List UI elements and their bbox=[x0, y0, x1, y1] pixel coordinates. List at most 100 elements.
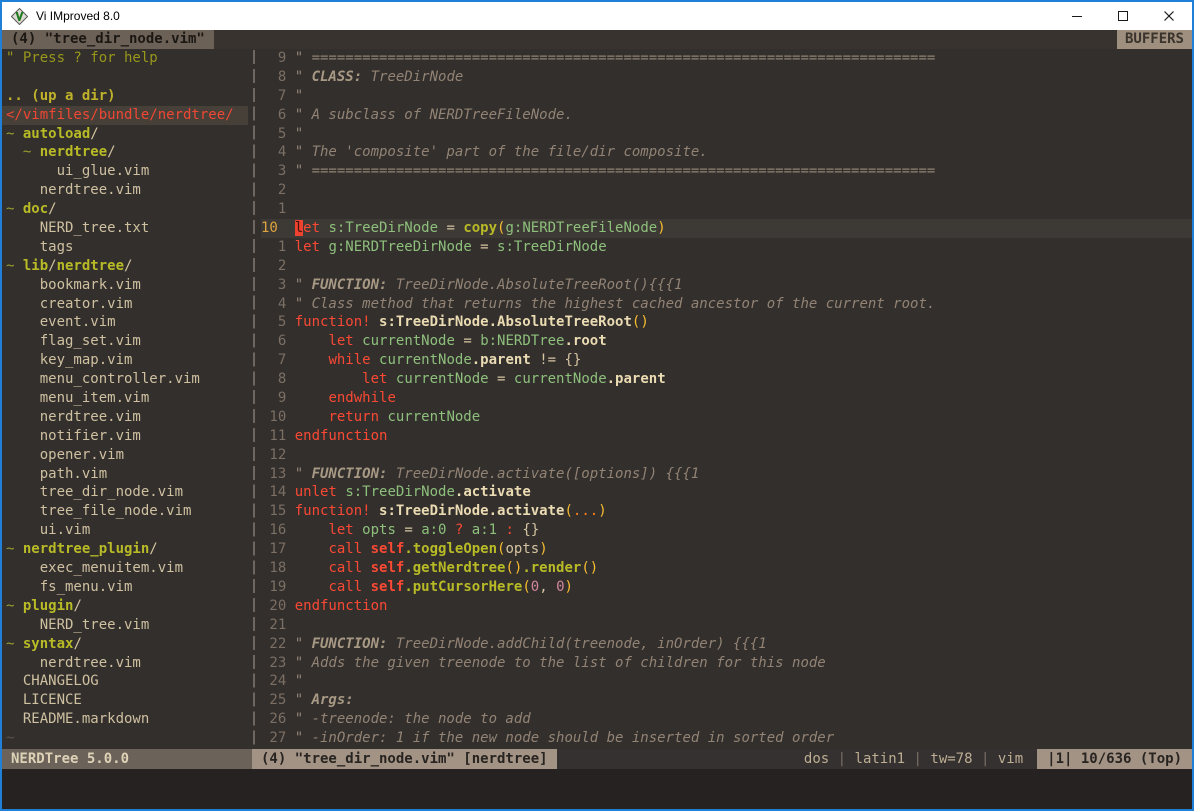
line-number: 9 bbox=[261, 50, 295, 66]
tree-file-flag_set[interactable]: flag_set.vim bbox=[2, 332, 248, 351]
titlebar: Vi IMproved 8.0 bbox=[2, 2, 1192, 30]
tree-file-menu_item[interactable]: menu_item.vim bbox=[2, 389, 248, 408]
close-button[interactable] bbox=[1146, 2, 1192, 30]
code-line[interactable]: 10 return currentNode bbox=[261, 408, 1192, 427]
line-number: 10 bbox=[261, 220, 295, 236]
statusline-flag: latin1 bbox=[855, 751, 906, 767]
command-line[interactable] bbox=[2, 769, 1192, 809]
tab-tree-dir-node[interactable]: (4) "tree_dir_node.vim" bbox=[2, 30, 214, 49]
tree-file-fs_menu[interactable]: fs_menu.vim bbox=[2, 578, 248, 597]
tree-file-key_map[interactable]: key_map.vim bbox=[2, 351, 248, 370]
code-line[interactable]: 9 endwhile bbox=[261, 389, 1192, 408]
tree-dir-nerdtree_plugin[interactable]: ~ nerdtree_plugin/ bbox=[2, 540, 248, 559]
code-line[interactable]: 9 " ====================================… bbox=[261, 49, 1192, 68]
blank-line bbox=[2, 68, 248, 87]
code-line[interactable]: 7 while currentNode.parent != {} bbox=[261, 351, 1192, 370]
tree-file-creator[interactable]: creator.vim bbox=[2, 295, 248, 314]
line-number: 26 bbox=[261, 711, 295, 727]
code-line[interactable]: 18 call self.getNerdtree().render() bbox=[261, 559, 1192, 578]
tree-file-nerd_tree_vim[interactable]: NERD_tree.vim bbox=[2, 616, 248, 635]
tree-file-tree_file_node[interactable]: tree_file_node.vim bbox=[2, 502, 248, 521]
code-line[interactable]: 16 let opts = a:0 ? a:1 : {} bbox=[261, 521, 1192, 540]
code-line[interactable]: 23 " Adds the given treenode to the list… bbox=[261, 654, 1192, 673]
line-number: 1 bbox=[261, 201, 295, 217]
tree-dir-syntax[interactable]: ~ syntax/ bbox=[2, 635, 248, 654]
code-line[interactable]: 2 bbox=[261, 257, 1192, 276]
tree-file-menu_controller[interactable]: menu_controller.vim bbox=[2, 370, 248, 389]
nerdtree-statusline: NERDTree 5.0.0 bbox=[2, 749, 252, 769]
code-line[interactable]: 1 bbox=[261, 200, 1192, 219]
tree-file-autoload-nerdtree[interactable]: nerdtree.vim bbox=[2, 181, 248, 200]
tree-dir-autoload-nerdtree[interactable]: ~ nerdtree/ bbox=[2, 143, 248, 162]
code-line[interactable]: 19 call self.putCursorHere(0, 0) bbox=[261, 578, 1192, 597]
window-separator[interactable] bbox=[248, 49, 261, 749]
code-line[interactable]: 5 function! s:TreeDirNode.AbsoluteTreeRo… bbox=[261, 313, 1192, 332]
tree-dir-autoload[interactable]: ~ autoload/ bbox=[2, 125, 248, 144]
tree-file-notifier[interactable]: notifier.vim bbox=[2, 427, 248, 446]
code-line[interactable]: 7 " bbox=[261, 87, 1192, 106]
empty-line-marker: ~ bbox=[2, 729, 248, 748]
line-number: 17 bbox=[261, 541, 295, 557]
code-line[interactable]: 22 " FUNCTION: TreeDirNode.addChild(tree… bbox=[261, 635, 1192, 654]
line-number: 13 bbox=[261, 466, 295, 482]
tree-file-nerd-tree-txt[interactable]: NERD_tree.txt bbox=[2, 219, 248, 238]
code-line[interactable]: 8 " CLASS: TreeDirNode bbox=[261, 68, 1192, 87]
minimize-button[interactable] bbox=[1054, 2, 1100, 30]
code-line[interactable]: 27 " -inOrder: 1 if the new node should … bbox=[261, 729, 1192, 748]
buffers-label[interactable]: BUFFERS bbox=[1117, 30, 1192, 49]
window-title: Vi IMproved 8.0 bbox=[36, 9, 120, 23]
code-line[interactable]: 3 " ====================================… bbox=[261, 162, 1192, 181]
code-line[interactable]: 5 " bbox=[261, 125, 1192, 144]
code-line[interactable]: 21 bbox=[261, 616, 1192, 635]
tree-dir-doc[interactable]: ~ doc/ bbox=[2, 200, 248, 219]
tree-file-ui_glue[interactable]: ui_glue.vim bbox=[2, 162, 248, 181]
code-line[interactable]: 4 " The 'composite' part of the file/dir… bbox=[261, 143, 1192, 162]
code-line[interactable]: 2 bbox=[261, 181, 1192, 200]
code-line[interactable]: 3 " FUNCTION: TreeDirNode.AbsoluteTreeRo… bbox=[261, 276, 1192, 295]
tree-file-ui[interactable]: ui.vim bbox=[2, 521, 248, 540]
tree-file-readme[interactable]: README.markdown bbox=[2, 710, 248, 729]
tree-file-syntax-nerdtree[interactable]: nerdtree.vim bbox=[2, 654, 248, 673]
tree-file-event[interactable]: event.vim bbox=[2, 313, 248, 332]
up-a-dir[interactable]: .. (up a dir) bbox=[2, 87, 248, 106]
code-line[interactable]: 13 " FUNCTION: TreeDirNode.activate([opt… bbox=[261, 465, 1192, 484]
tree-file-exec_menuitem[interactable]: exec_menuitem.vim bbox=[2, 559, 248, 578]
code-line[interactable]: 11 endfunction bbox=[261, 427, 1192, 446]
line-number: 24 bbox=[261, 673, 295, 689]
tree-file-changelog[interactable]: CHANGELOG bbox=[2, 672, 248, 691]
line-number: 8 bbox=[261, 69, 295, 85]
code-line[interactable]: 4 " Class method that returns the highes… bbox=[261, 295, 1192, 314]
statusline-flags: dos | latin1 | tw=78 | vim bbox=[804, 749, 1037, 769]
separator-line bbox=[253, 50, 255, 749]
code-line[interactable]: 1 let g:NERDTreeDirNode = s:TreeDirNode bbox=[261, 238, 1192, 257]
tree-dir-plugin[interactable]: ~ plugin/ bbox=[2, 597, 248, 616]
line-number: 3 bbox=[261, 163, 295, 179]
tree-file-path[interactable]: path.vim bbox=[2, 465, 248, 484]
code-line[interactable]: 26 " -treenode: the node to add bbox=[261, 710, 1192, 729]
close-icon bbox=[1163, 10, 1175, 22]
code-line[interactable]: 8 let currentNode = currentNode.parent bbox=[261, 370, 1192, 389]
statusbar: NERDTree 5.0.0 (4) "tree_dir_node.vim" [… bbox=[2, 749, 1192, 769]
maximize-button[interactable] bbox=[1100, 2, 1146, 30]
tree-file-licence[interactable]: LICENCE bbox=[2, 691, 248, 710]
tree-file-bookmark[interactable]: bookmark.vim bbox=[2, 276, 248, 295]
tree-root[interactable]: </vimfiles/bundle/nerdtree/ bbox=[2, 106, 248, 125]
tree-dir-lib-nerdtree[interactable]: ~ lib/nerdtree/ bbox=[2, 257, 248, 276]
tree-file-tree_dir_node[interactable]: tree_dir_node.vim bbox=[2, 483, 248, 502]
gvim-window: Vi IMproved 8.0 (4) "tree_dir_node.vim" … bbox=[0, 0, 1194, 811]
code-line[interactable]: 12 bbox=[261, 446, 1192, 465]
code-line[interactable]: 6 " A subclass of NERDTreeFileNode. bbox=[261, 106, 1192, 125]
tree-file-tags[interactable]: tags bbox=[2, 238, 248, 257]
cursor-line[interactable]: 10 let s:TreeDirNode = copy(g:NERDTreeFi… bbox=[261, 219, 1192, 238]
line-number: 14 bbox=[261, 484, 295, 500]
code-line[interactable]: 14 unlet s:TreeDirNode.activate bbox=[261, 483, 1192, 502]
tree-file-lib-nerdtree-vim[interactable]: nerdtree.vim bbox=[2, 408, 248, 427]
code-line[interactable]: 6 let currentNode = b:NERDTree.root bbox=[261, 332, 1192, 351]
code-line[interactable]: 24 " bbox=[261, 672, 1192, 691]
code-line[interactable]: 25 " Args: bbox=[261, 691, 1192, 710]
line-number: 25 bbox=[261, 692, 295, 708]
code-line[interactable]: 17 call self.toggleOpen(opts) bbox=[261, 540, 1192, 559]
code-line[interactable]: 20 endfunction bbox=[261, 597, 1192, 616]
code-line[interactable]: 15 function! s:TreeDirNode.activate(...) bbox=[261, 502, 1192, 521]
tree-file-opener[interactable]: opener.vim bbox=[2, 446, 248, 465]
